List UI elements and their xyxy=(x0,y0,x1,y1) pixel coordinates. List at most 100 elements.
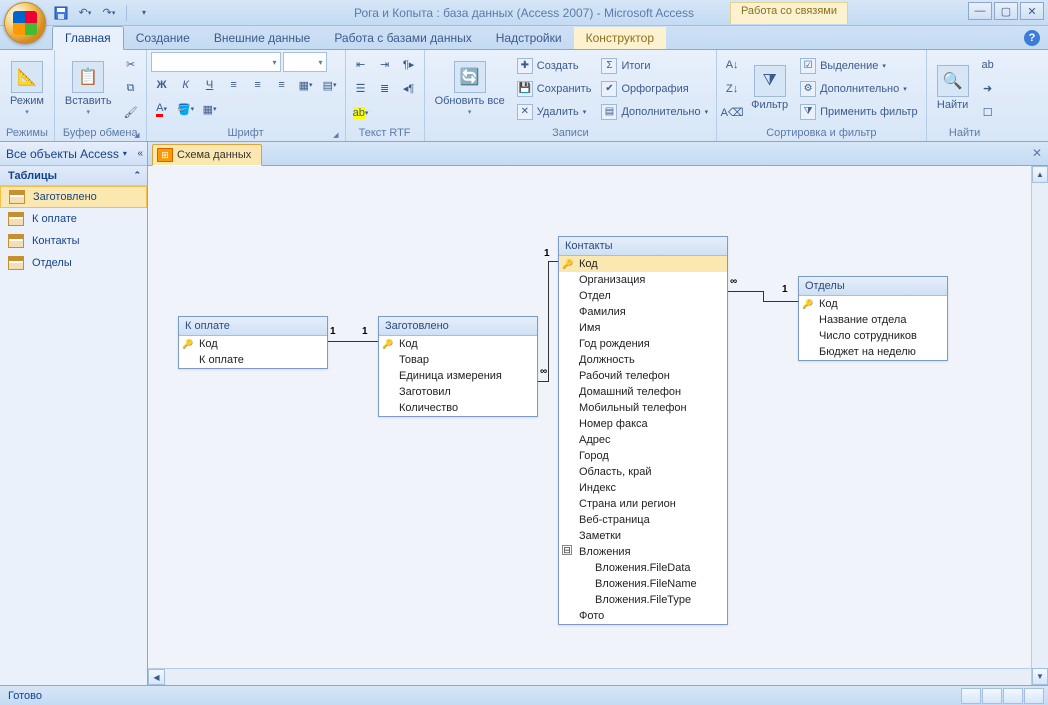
field[interactable]: Фамилия xyxy=(559,304,727,320)
font-size-combo[interactable] xyxy=(283,52,327,72)
gridlines-icon[interactable]: ▦▾ xyxy=(295,74,317,96)
field[interactable]: Домашний телефон xyxy=(559,384,727,400)
save-record-button[interactable]: 💾Сохранить xyxy=(513,79,596,99)
redo-icon[interactable]: ↷▾ xyxy=(100,4,118,22)
view-shortcut-4[interactable] xyxy=(1024,688,1044,704)
totals-button[interactable]: ΣИтоги xyxy=(597,56,712,76)
field[interactable]: Должность xyxy=(559,352,727,368)
field[interactable]: Вложения.FileType xyxy=(559,592,727,608)
view-shortcut-1[interactable] xyxy=(961,688,981,704)
close-button[interactable]: ✕ xyxy=(1020,2,1044,20)
font-color-icon[interactable]: A▾ xyxy=(151,98,173,120)
ltr-icon[interactable]: ¶▸ xyxy=(398,54,420,76)
field[interactable]: Заготовил xyxy=(379,384,537,400)
table-header[interactable]: Контакты xyxy=(559,237,727,256)
horizontal-scrollbar[interactable]: ◀ ▶ xyxy=(148,668,1048,685)
field[interactable]: Код xyxy=(179,336,327,352)
advanced-button[interactable]: ⚙Дополнительно ▾ xyxy=(796,79,922,99)
field[interactable]: Код xyxy=(799,296,947,312)
field[interactable]: Код xyxy=(559,256,727,272)
refresh-all-button[interactable]: 🔄 Обновить все▾ xyxy=(429,59,511,117)
cut-icon[interactable]: ✂ xyxy=(120,54,142,76)
highlight-icon[interactable]: ab▾ xyxy=(350,102,372,124)
field[interactable]: Товар xyxy=(379,352,537,368)
table-header[interactable]: Заготовлено xyxy=(379,317,537,336)
save-icon[interactable] xyxy=(52,4,70,22)
delete-record-button[interactable]: ✕Удалить ▾ xyxy=(513,102,596,122)
field[interactable]: Адрес xyxy=(559,432,727,448)
field[interactable]: Название отдела xyxy=(799,312,947,328)
table-header[interactable]: К оплате xyxy=(179,317,327,336)
scroll-up-icon[interactable]: ▲ xyxy=(1032,166,1048,183)
filter-button[interactable]: ⧩ Фильтр xyxy=(745,63,794,113)
field[interactable]: Количество xyxy=(379,400,537,416)
view-shortcut-3[interactable] xyxy=(1003,688,1023,704)
more-button[interactable]: ▤Дополнительно ▾ xyxy=(597,102,712,122)
font-family-combo[interactable] xyxy=(151,52,281,72)
field[interactable]: Вложения xyxy=(559,544,727,560)
minimize-button[interactable]: — xyxy=(968,2,992,20)
field[interactable]: Бюджет на неделю xyxy=(799,344,947,360)
find-button[interactable]: 🔍 Найти xyxy=(931,63,975,113)
format-painter-icon[interactable]: 🖌 xyxy=(120,102,142,124)
scroll-left-icon[interactable]: ◀ xyxy=(148,669,165,685)
fill-color-icon[interactable]: 🪣▾ xyxy=(175,98,197,120)
field[interactable]: Вложения.FileData xyxy=(559,560,727,576)
numbering-icon[interactable]: ≣ xyxy=(374,78,396,100)
navpane-category[interactable]: Таблицы xyxy=(0,166,147,186)
clear-sort-icon[interactable]: A⌫ xyxy=(721,102,743,124)
rtl-icon[interactable]: ◂¶ xyxy=(398,78,420,100)
field[interactable]: Страна или регион xyxy=(559,496,727,512)
tab-external-data[interactable]: Внешние данные xyxy=(202,27,323,49)
navpane-collapse-icon[interactable]: « xyxy=(137,148,143,159)
selection-button[interactable]: ☑Выделение ▾ xyxy=(796,56,922,76)
nav-item-Заготовлено[interactable]: Заготовлено xyxy=(0,186,147,208)
goto-icon[interactable]: ➜ xyxy=(977,78,999,100)
toggle-filter-button[interactable]: ⧩Применить фильтр xyxy=(796,102,922,122)
field[interactable]: Имя xyxy=(559,320,727,336)
field[interactable]: Индекс xyxy=(559,480,727,496)
field[interactable]: Веб-страница xyxy=(559,512,727,528)
navpane-header[interactable]: Все объекты Access ▾ « xyxy=(0,142,147,166)
paste-button[interactable]: 📋 Вставить▾ xyxy=(59,59,118,117)
tab-create[interactable]: Создание xyxy=(124,27,202,49)
align-right-icon[interactable]: ≡ xyxy=(271,74,293,96)
scroll-down-icon[interactable]: ▼ xyxy=(1032,668,1048,685)
nav-item-Контакты[interactable]: Контакты xyxy=(0,230,147,252)
new-record-button[interactable]: ✚Создать xyxy=(513,56,596,76)
view-shortcut-2[interactable] xyxy=(982,688,1002,704)
increase-indent-icon[interactable]: ⇥ xyxy=(374,54,396,76)
decrease-indent-icon[interactable]: ⇤ xyxy=(350,54,372,76)
field[interactable]: Единица измерения xyxy=(379,368,537,384)
bullets-icon[interactable]: ☰ xyxy=(350,78,372,100)
select-icon[interactable]: ☐ xyxy=(977,102,999,124)
table-kontakty[interactable]: КонтактыКодОрганизацияОтделФамилияИмяГод… xyxy=(558,236,728,625)
table-otdely[interactable]: ОтделыКодНазвание отделаЧисло сотруднико… xyxy=(798,276,948,361)
close-doc-icon[interactable]: ✕ xyxy=(1032,146,1042,160)
field[interactable]: Область, край xyxy=(559,464,727,480)
field[interactable]: Число сотрудников xyxy=(799,328,947,344)
field[interactable]: Мобильный телефон xyxy=(559,400,727,416)
field[interactable]: Отдел xyxy=(559,288,727,304)
bold-icon[interactable]: Ж xyxy=(151,74,173,96)
table-zagotovleno[interactable]: ЗаготовленоКодТоварЕдиница измеренияЗаго… xyxy=(378,316,538,417)
field[interactable]: Заметки xyxy=(559,528,727,544)
doctab-schema[interactable]: ⊞ Схема данных xyxy=(152,144,262,166)
help-icon[interactable]: ? xyxy=(1024,30,1040,46)
view-button[interactable]: 📐 Режим▾ xyxy=(4,59,50,117)
relationships-canvas[interactable]: К оплатеКодК оплатеЗаготовленоКодТоварЕд… xyxy=(148,166,1048,668)
alt-row-color-icon[interactable]: ▤▾ xyxy=(319,74,341,96)
nav-item-К оплате[interactable]: К оплате xyxy=(0,208,147,230)
undo-icon[interactable]: ↶▾ xyxy=(76,4,94,22)
qat-customize-icon[interactable]: ▾ xyxy=(135,4,153,22)
field[interactable]: К оплате xyxy=(179,352,327,368)
field[interactable]: Рабочий телефон xyxy=(559,368,727,384)
field[interactable]: Город xyxy=(559,448,727,464)
tab-database-tools[interactable]: Работа с базами данных xyxy=(322,27,483,49)
underline-icon[interactable]: Ч xyxy=(199,74,221,96)
field[interactable]: Код xyxy=(379,336,537,352)
sort-asc-icon[interactable]: A↓ xyxy=(721,54,743,76)
field[interactable]: Вложения.FileName xyxy=(559,576,727,592)
replace-icon[interactable]: ab xyxy=(977,54,999,76)
grid-color-icon[interactable]: ▦▾ xyxy=(199,98,221,120)
